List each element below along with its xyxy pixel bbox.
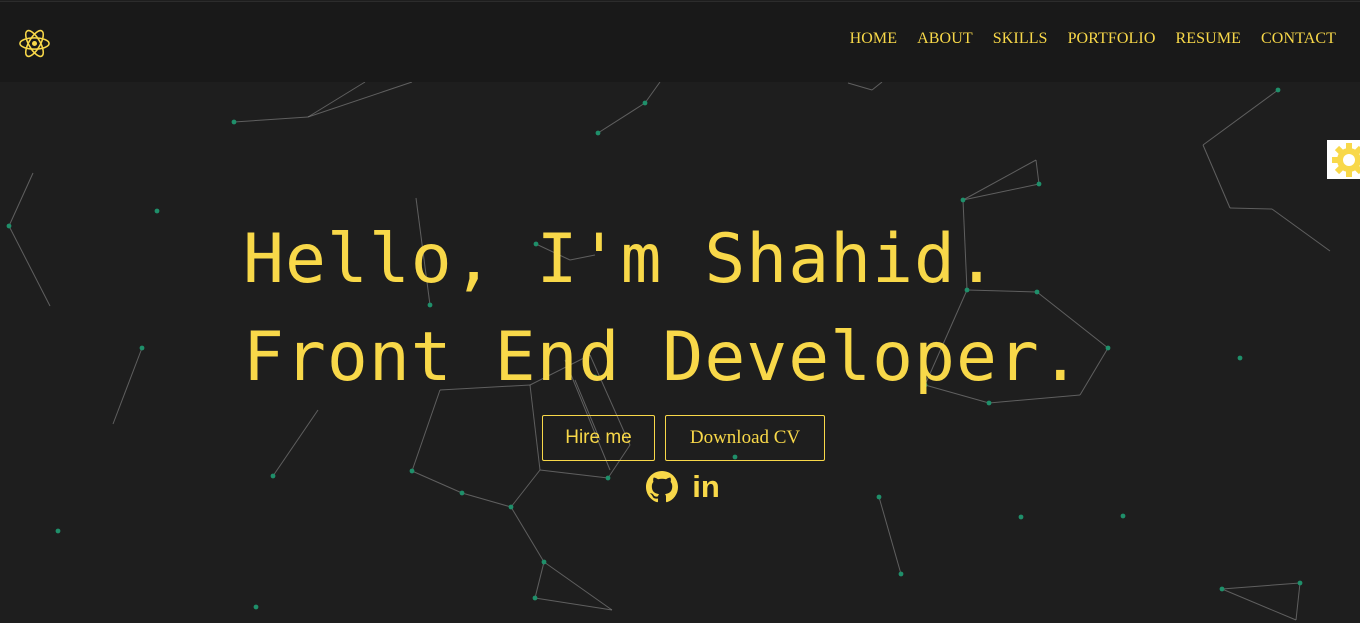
settings-toggle[interactable]	[1327, 140, 1360, 179]
social-links: in	[645, 470, 723, 504]
hire-me-button[interactable]: Hire me	[542, 415, 655, 461]
github-link[interactable]	[645, 470, 679, 504]
hero-role: Front End Developer.	[243, 318, 1082, 397]
hero-greeting: Hello, I'm Shahid.	[243, 220, 998, 299]
nav-about[interactable]: ABOUT	[917, 30, 973, 48]
atom-icon[interactable]	[18, 27, 51, 60]
gear-icon	[1332, 143, 1360, 177]
linkedin-link[interactable]: in	[689, 470, 723, 504]
github-icon	[646, 471, 678, 503]
nav-contact[interactable]: CONTACT	[1261, 30, 1336, 48]
nav-resume[interactable]: RESUME	[1176, 30, 1242, 48]
navbar: HOME ABOUT SKILLS PORTFOLIO RESUME CONTA…	[0, 1, 1360, 82]
download-cv-button[interactable]: Download CV	[665, 415, 825, 461]
linkedin-icon: in	[692, 469, 720, 504]
nav-links: HOME ABOUT SKILLS PORTFOLIO RESUME CONTA…	[850, 30, 1336, 48]
nav-skills[interactable]: SKILLS	[993, 30, 1048, 48]
nav-portfolio[interactable]: PORTFOLIO	[1068, 30, 1156, 48]
hero-section: Hello, I'm Shahid. Front End Developer. …	[0, 0, 1360, 623]
nav-home[interactable]: HOME	[850, 30, 898, 48]
